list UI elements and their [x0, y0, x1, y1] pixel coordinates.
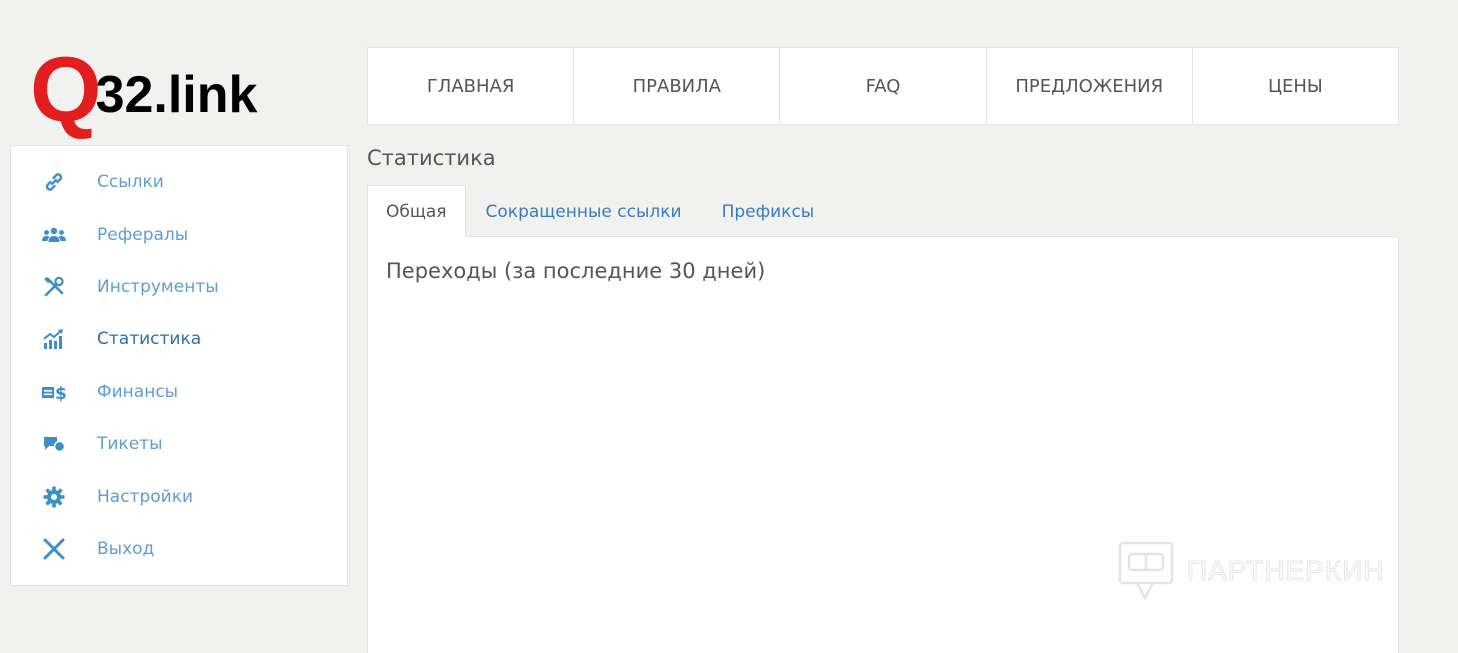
nav-prices[interactable]: ЦЕНЫ	[1193, 48, 1398, 124]
sidebar-item-label: Ссылки	[97, 172, 164, 193]
chart-icon	[39, 324, 69, 354]
nav-rules[interactable]: ПРАВИЛА	[574, 48, 781, 124]
sidebar-item-label: Инструменты	[97, 276, 219, 297]
svg-text:$: $	[55, 384, 67, 402]
tab-short-links[interactable]: Сокращенные ссылки	[466, 186, 702, 237]
sidebar-item-settings[interactable]: Настройки	[11, 470, 347, 522]
watermark: ПАРТНЕРКИН	[1117, 540, 1385, 602]
site-logo[interactable]: Q 32.link	[30, 44, 320, 136]
sidebar-item-logout[interactable]: Выход	[11, 523, 347, 575]
watermark-icon	[1118, 541, 1174, 601]
nav-offers[interactable]: ПРЕДЛОЖЕНИЯ	[987, 48, 1193, 124]
gear-icon	[39, 482, 69, 512]
money-icon: $	[39, 377, 69, 407]
close-icon	[39, 534, 69, 564]
sidebar-item-statistics[interactable]: Статистика	[11, 313, 347, 365]
sidebar-item-links[interactable]: Ссылки	[11, 156, 347, 208]
sidebar-item-tools[interactable]: Инструменты	[11, 261, 347, 313]
sidebar-item-label: Настройки	[97, 486, 194, 507]
sidebar-item-label: Статистика	[97, 329, 202, 350]
page-title: Статистика	[367, 146, 496, 170]
tools-icon	[39, 272, 69, 302]
tab-general[interactable]: Общая	[367, 185, 466, 237]
sidebar-item-referrals[interactable]: Рефералы	[11, 208, 347, 260]
logo-q: Q	[30, 39, 102, 141]
nav-faq[interactable]: FAQ	[780, 48, 987, 124]
panel-title: Переходы (за последние 30 дней)	[386, 259, 766, 283]
watermark-text: ПАРТНЕРКИН	[1187, 555, 1385, 587]
sidebar: Ссылки Рефералы Инструменты Статистика $…	[10, 145, 348, 586]
tab-prefixes[interactable]: Префиксы	[702, 186, 835, 237]
logo-text: 32.link	[95, 66, 258, 124]
sidebar-item-finance[interactable]: $ Финансы	[11, 366, 347, 418]
sidebar-item-label: Тикеты	[97, 434, 163, 455]
sidebar-item-label: Рефералы	[97, 224, 189, 245]
sidebar-item-label: Выход	[97, 538, 155, 559]
top-navigation: ГЛАВНАЯ ПРАВИЛА FAQ ПРЕДЛОЖЕНИЯ ЦЕНЫ	[367, 47, 1399, 125]
link-icon	[39, 167, 69, 197]
users-icon	[39, 220, 69, 250]
tab-bar: Общая Сокращенные ссылки Префиксы	[367, 185, 835, 237]
nav-home[interactable]: ГЛАВНАЯ	[368, 48, 575, 124]
sidebar-item-label: Финансы	[97, 381, 179, 402]
sidebar-item-tickets[interactable]: Тикеты	[11, 418, 347, 470]
chat-icon	[39, 429, 69, 459]
